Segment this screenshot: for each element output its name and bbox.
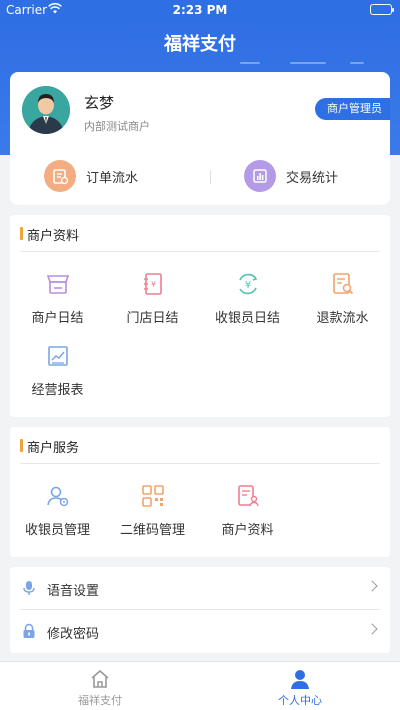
grid-item-label: 退款流水 — [316, 311, 369, 326]
refund-search-icon — [330, 271, 356, 297]
merchant-profile-icon — [235, 483, 261, 509]
svg-text:¥: ¥ — [150, 280, 155, 289]
lock-icon — [22, 623, 36, 639]
qrcode-management[interactable]: 二维码管理 — [105, 483, 200, 543]
page-title: 福祥支付 — [164, 34, 236, 55]
grid-item-label: 门店日结 — [126, 311, 179, 326]
battery-icon — [370, 4, 394, 15]
merchant-service-panel: 商户服务 收银员管理 二维码管理 商户资料 — [10, 427, 390, 557]
order-flow-icon — [44, 160, 76, 192]
merchant-info-panel: 商户资料 商户日结 ¥ 门店日结 ¥ 收银员日结 退款流水 经营报表 — [10, 215, 390, 417]
tab-home[interactable]: 福祥支付 — [0, 662, 200, 710]
header-decoration — [350, 62, 364, 64]
yen-exchange-icon: ¥ — [235, 271, 261, 297]
tab-label: 福祥支付 — [78, 694, 122, 707]
microphone-icon — [22, 580, 36, 596]
store-daily-settlement[interactable]: ¥ 门店日结 — [105, 271, 200, 331]
order-flow-label: 订单流水 — [86, 170, 139, 186]
user-name: 玄梦 — [84, 94, 115, 112]
profile-card: 玄梦 内部测试商户 商户管理员 订单流水 交易统计 — [10, 72, 390, 205]
role-badge[interactable]: 商户管理员 — [315, 98, 390, 120]
grid-item-label: 收银员日结 — [214, 311, 280, 326]
avatar[interactable] — [22, 86, 70, 134]
trade-stats-icon — [244, 160, 276, 192]
quick-actions: 订单流水 交易统计 — [10, 158, 390, 194]
notebook-icon: ¥ — [140, 271, 166, 297]
qrcode-icon — [140, 483, 166, 509]
settings-list: 语音设置 修改密码 — [10, 567, 390, 653]
grid-item-label: 商户日结 — [31, 311, 84, 326]
order-flow-button[interactable]: 订单流水 — [44, 158, 138, 194]
grid-item-label: 经营报表 — [31, 383, 84, 398]
tab-bar: 福祥支付 个人中心 — [0, 661, 400, 710]
status-bar: Carrier 2:23 PM — [0, 0, 400, 20]
setting-label: 语音设置 — [47, 584, 100, 599]
home-icon — [89, 668, 111, 690]
cashier-management[interactable]: 收银员管理 — [10, 483, 105, 543]
tab-personal-center[interactable]: 个人中心 — [200, 662, 400, 710]
chevron-right-icon — [366, 580, 378, 592]
svg-text:¥: ¥ — [244, 280, 250, 291]
divider — [20, 251, 380, 252]
user-description: 内部测试商户 — [84, 120, 150, 133]
section-title: 商户服务 — [20, 437, 79, 456]
quick-divider — [210, 170, 211, 184]
grid-item-label: 商户资料 — [221, 523, 274, 538]
person-icon — [289, 668, 311, 690]
refund-flow[interactable]: 退款流水 — [295, 271, 390, 331]
section-title: 商户资料 — [20, 225, 79, 244]
grid-item-label: 收银员管理 — [24, 523, 90, 538]
trade-stats-label: 交易统计 — [286, 170, 339, 186]
merchant-daily-settlement[interactable]: 商户日结 — [10, 271, 105, 331]
change-password-row[interactable]: 修改密码 — [10, 610, 390, 652]
shop-icon — [45, 271, 71, 297]
voice-settings-row[interactable]: 语音设置 — [10, 567, 390, 609]
chevron-right-icon — [366, 623, 378, 635]
chart-report-icon — [45, 343, 71, 369]
trade-stats-button[interactable]: 交易统计 — [244, 158, 338, 194]
setting-label: 修改密码 — [47, 627, 100, 642]
cashier-daily-settlement[interactable]: ¥ 收银员日结 — [200, 271, 295, 331]
header-decoration — [240, 62, 260, 64]
grid-item-label: 二维码管理 — [119, 523, 185, 538]
header-decoration — [290, 62, 326, 64]
clock: 2:23 PM — [172, 3, 228, 17]
tab-label: 个人中心 — [278, 694, 322, 707]
merchant-profile[interactable]: 商户资料 — [200, 483, 295, 543]
business-report[interactable]: 经营报表 — [10, 343, 105, 403]
divider — [20, 463, 380, 464]
cashier-manage-icon — [45, 483, 71, 509]
